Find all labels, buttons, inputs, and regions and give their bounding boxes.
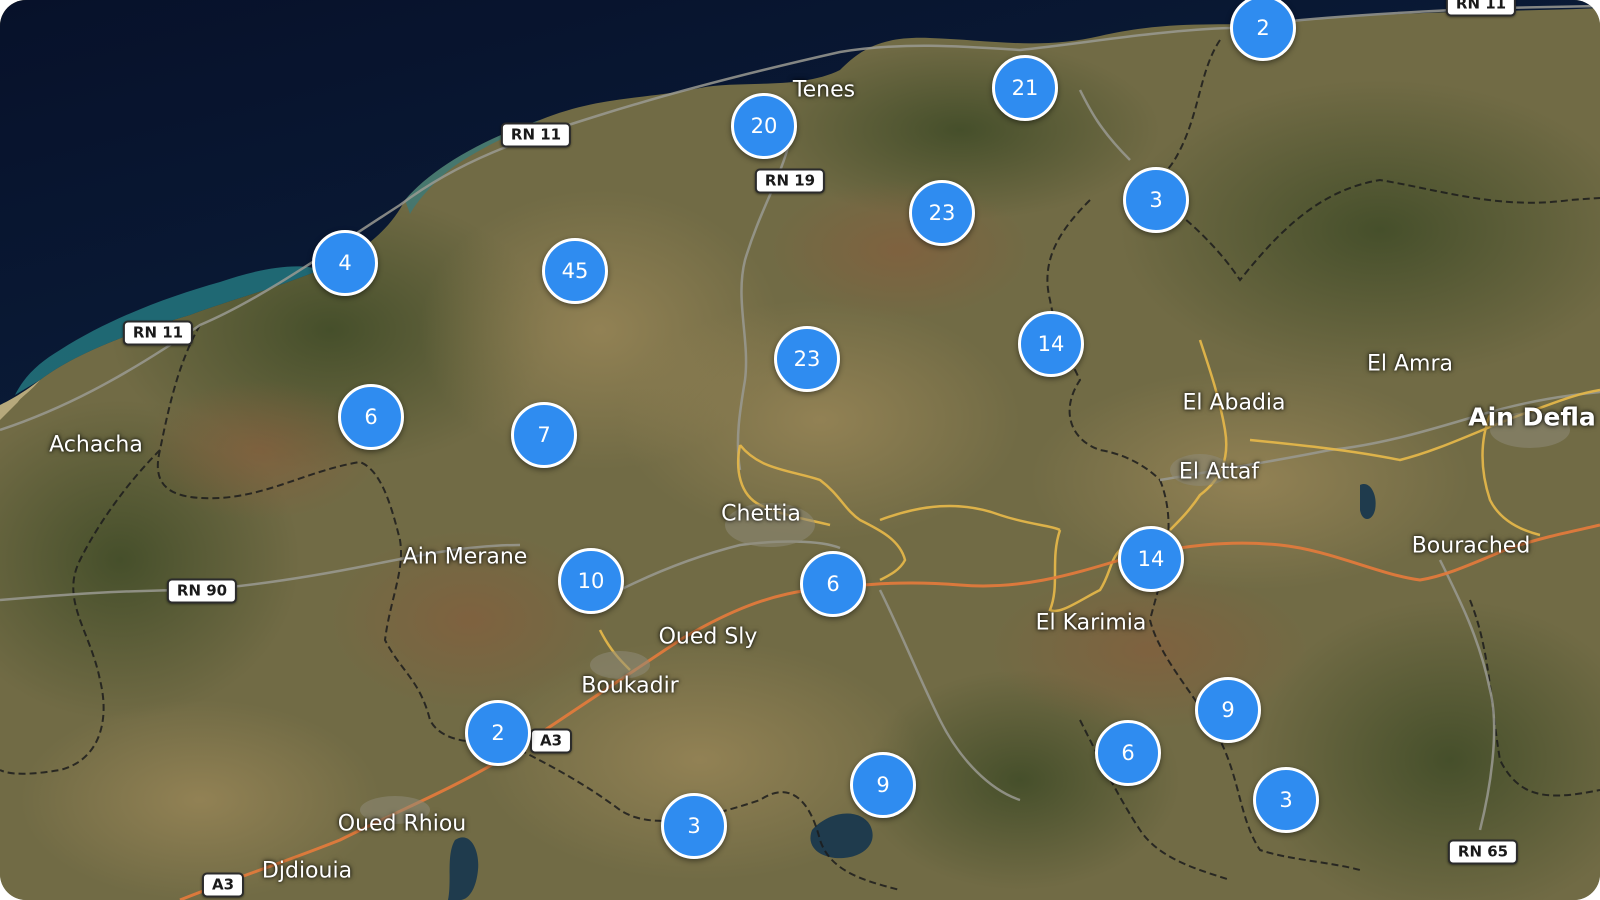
cluster-marker[interactable]: 23: [774, 326, 840, 392]
road-shield: RN 90: [166, 578, 238, 604]
road-shield: A3: [529, 728, 573, 754]
cluster-marker[interactable]: 6: [1095, 720, 1161, 786]
cluster-marker[interactable]: 45: [542, 238, 608, 304]
cluster-marker[interactable]: 20: [731, 93, 797, 159]
cluster-marker[interactable]: 6: [338, 384, 404, 450]
satellite-basemap[interactable]: [0, 0, 1600, 900]
road-shield: RN 11: [122, 320, 194, 346]
road-shield: RN 11: [500, 122, 572, 148]
cluster-marker[interactable]: 4: [312, 230, 378, 296]
cluster-marker[interactable]: 14: [1018, 311, 1084, 377]
road-shield: RN 11: [1445, 0, 1517, 17]
cluster-marker[interactable]: 3: [1123, 167, 1189, 233]
cluster-marker[interactable]: 3: [1253, 767, 1319, 833]
road-shield: RN 19: [754, 168, 826, 194]
cluster-marker[interactable]: 3: [661, 793, 727, 859]
road-shield: RN 65: [1447, 839, 1519, 865]
cluster-marker[interactable]: 14: [1118, 526, 1184, 592]
cluster-marker[interactable]: 2: [465, 700, 531, 766]
cluster-marker[interactable]: 9: [1195, 677, 1261, 743]
cluster-marker[interactable]: 9: [850, 752, 916, 818]
road-shield: A3: [201, 872, 245, 898]
cluster-marker[interactable]: 21: [992, 55, 1058, 121]
cluster-marker[interactable]: 10: [558, 548, 624, 614]
cluster-marker[interactable]: 23: [909, 180, 975, 246]
cluster-marker[interactable]: 7: [511, 402, 577, 468]
map-view[interactable]: Tenes Achacha El Amra El Abadia Ain Defla El …: [0, 0, 1600, 900]
cluster-marker[interactable]: 6: [800, 551, 866, 617]
